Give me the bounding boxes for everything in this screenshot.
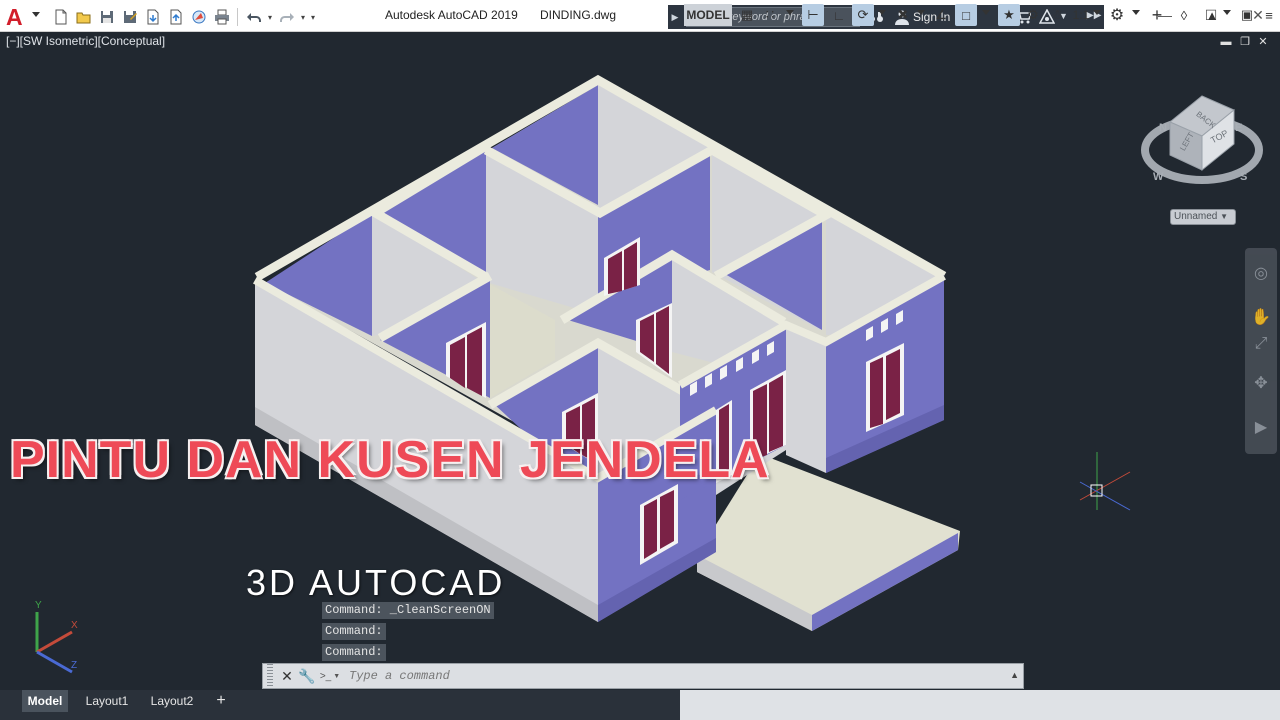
- isolate-icon[interactable]: ◊: [1173, 4, 1195, 26]
- compass-e: E: [1235, 122, 1242, 134]
- viewport-close-icon[interactable]: ✕: [1257, 36, 1269, 48]
- command-history-line: Command:: [322, 623, 386, 640]
- autocad-window: A ▾ ▾ ▾ Autodesk AutoCAD 2019 DINDING.dw…: [0, 0, 1280, 720]
- ucs-z-label: Z: [71, 660, 77, 671]
- compass-w: W: [1153, 171, 1164, 183]
- showmotion-icon[interactable]: ▶: [1249, 416, 1273, 440]
- pan-icon[interactable]: ✋: [1249, 306, 1273, 330]
- viewport-minimize-icon[interactable]: ▬: [1220, 36, 1232, 48]
- wrench-icon[interactable]: 🔧: [297, 664, 317, 688]
- autoscale-icon[interactable]: ⚙: [1023, 4, 1043, 26]
- porch-pillar-side: [786, 325, 826, 473]
- ortho-icon[interactable]: ⊢: [802, 4, 824, 26]
- chevron-down-icon[interactable]: [1093, 10, 1101, 15]
- ucs-y-label: Y: [35, 600, 42, 611]
- recent-commands-icon[interactable]: >_ ▼: [317, 664, 343, 688]
- chevron-down-icon[interactable]: [878, 10, 886, 15]
- crosshair-cursor: [1079, 452, 1131, 511]
- plus-icon[interactable]: +: [1146, 4, 1168, 26]
- command-line-grip[interactable]: [267, 664, 273, 688]
- add-layout-button[interactable]: +: [210, 690, 232, 712]
- polar-icon[interactable]: ∟: [828, 4, 850, 26]
- ucs-menu-label: Unnamed: [1174, 211, 1218, 222]
- chevron-down-icon[interactable]: [1223, 10, 1231, 15]
- annotation-scale-icon[interactable]: ☃: [1047, 4, 1067, 26]
- zoom-extents-icon[interactable]: ⤢: [1249, 332, 1273, 356]
- tab-model[interactable]: Model: [22, 690, 68, 712]
- steering-wheel-icon[interactable]: ◎: [1249, 262, 1273, 286]
- isodraft-icon[interactable]: ⟳: [852, 4, 874, 26]
- command-input[interactable]: [349, 666, 1009, 686]
- object-snap-tracking-icon[interactable]: □: [955, 4, 977, 26]
- osnap-icon[interactable]: ✖: [893, 4, 913, 26]
- snap-icon[interactable]: ∷: [760, 4, 780, 26]
- hardware-accel-icon[interactable]: ▲: [1200, 4, 1224, 26]
- ucs-menu-button[interactable]: Unnamed ▼: [1170, 209, 1236, 225]
- annotation-visibility-icon[interactable]: ★: [998, 4, 1020, 26]
- scale-label[interactable]: 1:1: [1070, 4, 1092, 26]
- status-bar: [680, 690, 1280, 720]
- grid-icon[interactable]: ▦: [737, 4, 757, 26]
- video-subheading: 3D AUTOCAD: [246, 562, 506, 603]
- viewcube[interactable]: TOP BACK LEFT N E S W: [1141, 95, 1263, 184]
- 3dosnap-icon[interactable]: ∠: [930, 4, 952, 26]
- command-line: ✕ 🔧 >_▼ ▲: [262, 663, 1024, 689]
- customize-icon[interactable]: ≡: [1260, 4, 1278, 26]
- tab-layout2[interactable]: Layout2: [142, 690, 202, 712]
- compass-s: S: [1240, 171, 1247, 183]
- ucs-x-label: X: [71, 620, 78, 631]
- chevron-down-icon[interactable]: [786, 10, 794, 15]
- drawing-canvas[interactable]: Y X Z TOP BACK LEFT N E S W: [0, 0, 1280, 720]
- orbit-icon[interactable]: ✥: [1249, 372, 1273, 396]
- viewport-restore-icon[interactable]: ❐: [1239, 36, 1251, 48]
- command-history-toggle-icon[interactable]: ▲: [1010, 670, 1019, 680]
- navigation-bar: ◎ ✋ ⤢ ✥ ▶: [1245, 248, 1277, 454]
- chevron-down-icon[interactable]: [1132, 10, 1140, 15]
- command-prompt-glyph: >_: [319, 670, 332, 682]
- chevron-down-icon[interactable]: [982, 10, 990, 15]
- tab-layout1[interactable]: Layout1: [78, 690, 136, 712]
- video-headline: PINTU DAN KUSEN JENDELA: [10, 431, 770, 489]
- chevron-down-icon: ▼: [1220, 212, 1229, 221]
- workspace-gear-icon[interactable]: ⚙: [1106, 4, 1128, 26]
- chevron-down-icon[interactable]: [917, 10, 925, 15]
- command-history-line: Command: _CleanScreenON: [322, 602, 494, 619]
- clean-screen-icon[interactable]: ▣: [1237, 4, 1257, 26]
- command-history-line: Command:: [322, 644, 386, 661]
- model-space-button[interactable]: MODEL: [684, 4, 732, 26]
- close-icon[interactable]: ✕: [277, 664, 297, 688]
- compass-n: N: [1159, 122, 1167, 134]
- ucs-icon: Y X Z: [35, 600, 78, 674]
- viewport-controls-label[interactable]: [−][SW Isometric][Conceptual]: [6, 34, 165, 48]
